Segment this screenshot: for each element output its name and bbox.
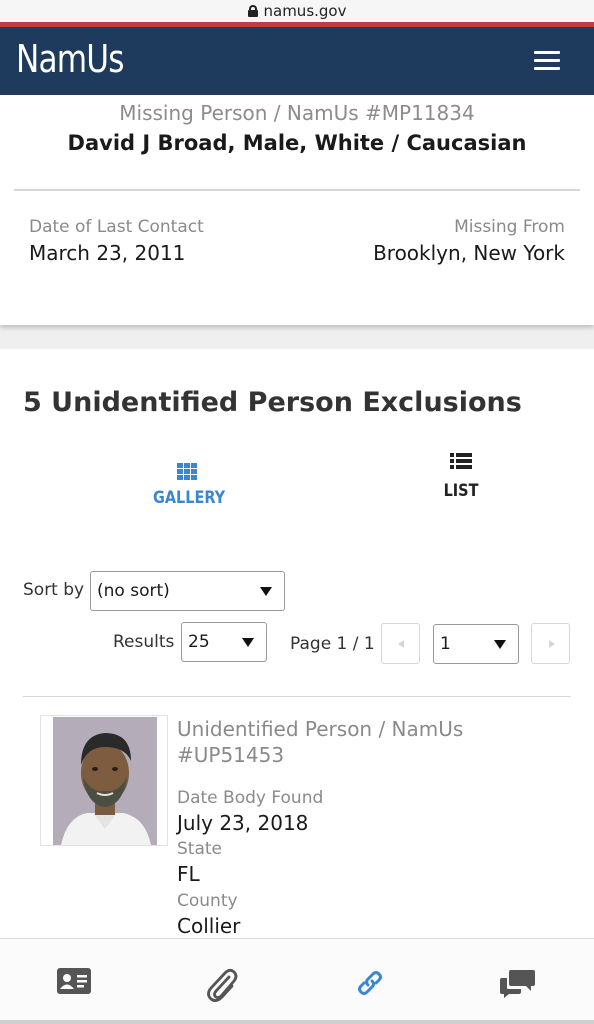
site-header: NamUs [0, 27, 594, 95]
state-label: State [177, 839, 222, 859]
last-contact-label: Date of Last Contact [29, 217, 204, 237]
comments-tab[interactable] [444, 939, 592, 1024]
divider [14, 189, 580, 191]
related-cases-tab[interactable] [296, 939, 444, 1024]
result-thumbnail[interactable] [40, 715, 168, 846]
last-contact-value: March 23, 2011 [29, 241, 186, 265]
chevron-down-icon [494, 640, 506, 649]
grid-icon [177, 463, 197, 480]
state-value: FL [177, 862, 200, 886]
person-photo [53, 717, 157, 845]
chevron-down-icon [260, 587, 272, 596]
missing-from-label: Missing From [454, 217, 565, 237]
hamburger-menu-icon[interactable] [534, 51, 560, 71]
case-summary-card: Missing Person / NamUs #MP11834 David J … [0, 95, 594, 325]
bottom-navigation [0, 938, 594, 1024]
tab-list-label: LIST [443, 481, 479, 501]
attachments-tab[interactable] [148, 939, 296, 1024]
result-title-link[interactable]: Unidentified Person / NamUs #UP51453 [177, 716, 477, 768]
case-subtitle: Missing Person / NamUs #MP11834 [119, 101, 475, 125]
chevron-left-icon [397, 639, 404, 648]
chevron-down-icon [242, 638, 254, 647]
paperclip-icon [207, 968, 238, 1002]
results-per-page-select[interactable]: 25 [181, 622, 267, 662]
date-body-found-value: July 23, 2018 [177, 811, 309, 835]
sort-select[interactable]: (no sort) [90, 571, 285, 611]
link-icon [358, 971, 382, 995]
exclusions-card: 5 Unidentified Person Exclusions GALLERY… [0, 349, 594, 949]
date-body-found-label: Date Body Found [177, 788, 324, 808]
next-page-button[interactable] [531, 623, 570, 664]
prev-page-button[interactable] [381, 623, 420, 664]
chevron-right-icon [548, 639, 555, 648]
list-icon [450, 453, 472, 471]
url-text: namus.gov [263, 2, 347, 20]
tab-list[interactable]: LIST [421, 453, 501, 501]
home-indicator [0, 1020, 594, 1024]
sort-select-value: (no sort) [97, 581, 170, 601]
results-label: Results [113, 632, 175, 652]
page-select[interactable]: 1 [433, 624, 519, 664]
divider [23, 696, 571, 697]
id-card-icon [57, 968, 91, 994]
page-select-value: 1 [440, 634, 451, 654]
namus-logo[interactable]: NamUs [16, 37, 125, 81]
page: namus.gov NamUs Missing Person / NamUs #… [0, 0, 594, 1024]
sort-by-label: Sort by [23, 580, 85, 600]
county-label: County [177, 891, 238, 911]
tab-gallery[interactable]: GALLERY [147, 453, 227, 508]
browser-url-bar[interactable]: namus.gov [0, 0, 594, 22]
case-info-tab[interactable] [0, 939, 148, 1024]
county-value: Collier [177, 914, 241, 938]
page-indicator: Page 1 / 1 [290, 634, 375, 654]
missing-from-value: Brooklyn, New York [373, 241, 565, 265]
exclusions-title: 5 Unidentified Person Exclusions [23, 387, 522, 418]
lock-icon [247, 5, 258, 17]
tab-gallery-label: GALLERY [153, 488, 226, 508]
results-per-page-value: 25 [188, 632, 210, 652]
chat-bubbles-icon [500, 970, 535, 998]
case-person-name: David J Broad, Male, White / Caucasian [67, 131, 527, 155]
